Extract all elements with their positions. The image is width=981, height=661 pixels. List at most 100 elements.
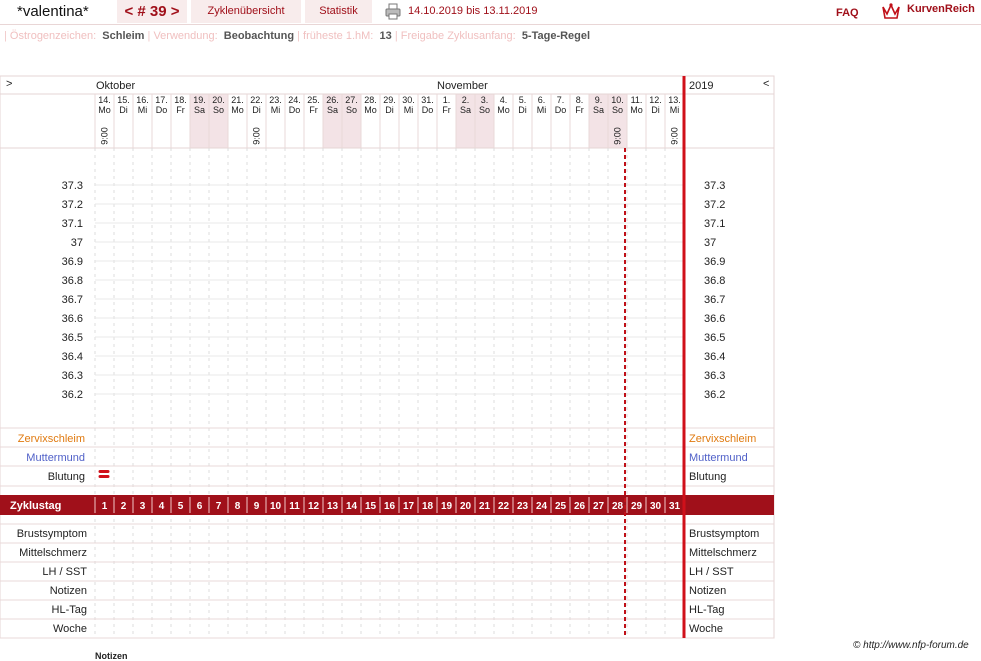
day-weekday: Mi [404,105,414,115]
day-weekday: Do [289,105,301,115]
temperature-label-right: 37.2 [704,199,725,211]
temperature-label-right: 36.2 [704,389,725,401]
day-date: 2. [462,95,470,105]
day-weekday: Di [518,105,527,115]
cycle-day-number: 30 [650,501,662,512]
day-date: 23. [269,95,282,105]
day-date: 25. [307,95,320,105]
measure-time: 9:00 [613,127,623,145]
temperature-label-right: 36.6 [704,313,725,325]
bleeding-marker [98,470,110,473]
temperature-label-left: 36.7 [62,294,83,306]
temperature-label-right: 36.4 [704,351,725,363]
cycle-day-number: 17 [403,501,415,512]
symptom-label-right: Notizen [689,585,726,597]
cycle-day-number: 24 [536,501,548,512]
cycle-day-number: 5 [178,501,184,512]
cycle-day-number: 23 [517,501,529,512]
day-weekday: Di [119,105,128,115]
day-date: 3. [481,95,489,105]
symptom-label-left: HL-Tag [52,604,87,616]
temperature-label-right: 36.9 [704,256,725,268]
cycle-chart: > <Oktober November 201914.Mo9:0015.Di16.Mi… [0,75,775,639]
day-date: 21. [231,95,244,105]
temperature-label-right: 36.3 [704,370,725,382]
temperature-label-right: 36.5 [704,332,725,344]
day-weekday: So [213,105,224,115]
day-date: 27. [345,95,358,105]
day-date: 8. [576,95,584,105]
observation-label-left: Zervixschleim [18,433,85,445]
symptom-label-right: Brustsymptom [689,528,759,540]
day-date: 7. [557,95,565,105]
temperature-label-right: 37 [704,237,716,249]
day-date: 31. [421,95,434,105]
observation-label-right: Muttermund [689,452,748,464]
observation-label-left: Blutung [48,471,85,483]
day-weekday: Do [156,105,168,115]
measure-time: 9:00 [100,127,110,145]
footer-credit: © http://www.nfp-forum.de [853,640,969,651]
cycle-day-number: 7 [216,501,222,512]
day-date: 26. [326,95,339,105]
temperature-label-left: 36.4 [62,351,83,363]
temperature-label-left: 36.5 [62,332,83,344]
day-weekday: Fr [309,105,318,115]
day-weekday: Di [252,105,261,115]
cycle-day-number: 20 [460,501,472,512]
cycle-day-number: 31 [669,501,681,512]
cycle-day-number: 29 [631,501,643,512]
day-weekday: Mo [231,105,244,115]
symptom-label-left: LH / SST [42,566,87,578]
cycle-day-number: 3 [140,501,146,512]
cycle-day-number: 2 [121,501,127,512]
symptom-label-right: Mittelschmerz [689,547,757,559]
day-date: 6. [538,95,546,105]
temperature-label-left: 36.2 [62,389,83,401]
symptom-label-left: Notizen [50,585,87,597]
measure-time: 9:00 [670,127,680,145]
day-date: 13. [668,95,681,105]
cycle-day-number: 12 [308,501,320,512]
temperature-label-left: 37.3 [62,180,83,192]
day-weekday: Mi [138,105,148,115]
day-date: 5. [519,95,527,105]
temperature-label-right: 37.1 [704,218,725,230]
cycle-day-number: 9 [254,501,260,512]
day-weekday: Sa [460,105,471,115]
day-date: 14. [98,95,111,105]
day-weekday: Di [385,105,394,115]
day-date: 19. [193,95,206,105]
day-weekday: Sa [593,105,604,115]
day-weekday: Fr [176,105,185,115]
day-weekday: Di [651,105,660,115]
temperature-label-left: 36.6 [62,313,83,325]
temperature-label-left: 36.9 [62,256,83,268]
nav-left-arrow[interactable]: > [6,78,12,90]
symptom-label-right: HL-Tag [689,604,724,616]
day-date: 28. [364,95,377,105]
notes-heading: Notizen [95,651,128,661]
day-weekday: Fr [442,105,451,115]
cycle-day-number: 27 [593,501,605,512]
day-weekday: Mi [271,105,281,115]
cycle-day-label: Zyklustag [10,500,61,512]
measure-time: 9:00 [252,127,262,145]
bleeding-marker [98,475,110,478]
temperature-label-right: 36.7 [704,294,725,306]
day-weekday: Fr [575,105,584,115]
nav-right-arrow[interactable]: < [763,78,769,90]
temperature-label-right: 37.3 [704,180,725,192]
day-date: 11. [631,95,643,105]
temperature-label-left: 37 [71,237,83,249]
day-weekday: So [346,105,357,115]
month-label: November [437,80,488,92]
day-date: 10. [611,95,624,105]
day-date: 4. [500,95,508,105]
day-date: 17. [155,95,168,105]
day-date: 24. [288,95,301,105]
day-date: 18. [174,95,187,105]
observation-label-right: Zervixschleim [689,433,756,445]
cycle-day-number: 28 [612,501,624,512]
cycle-day-number: 22 [498,501,510,512]
